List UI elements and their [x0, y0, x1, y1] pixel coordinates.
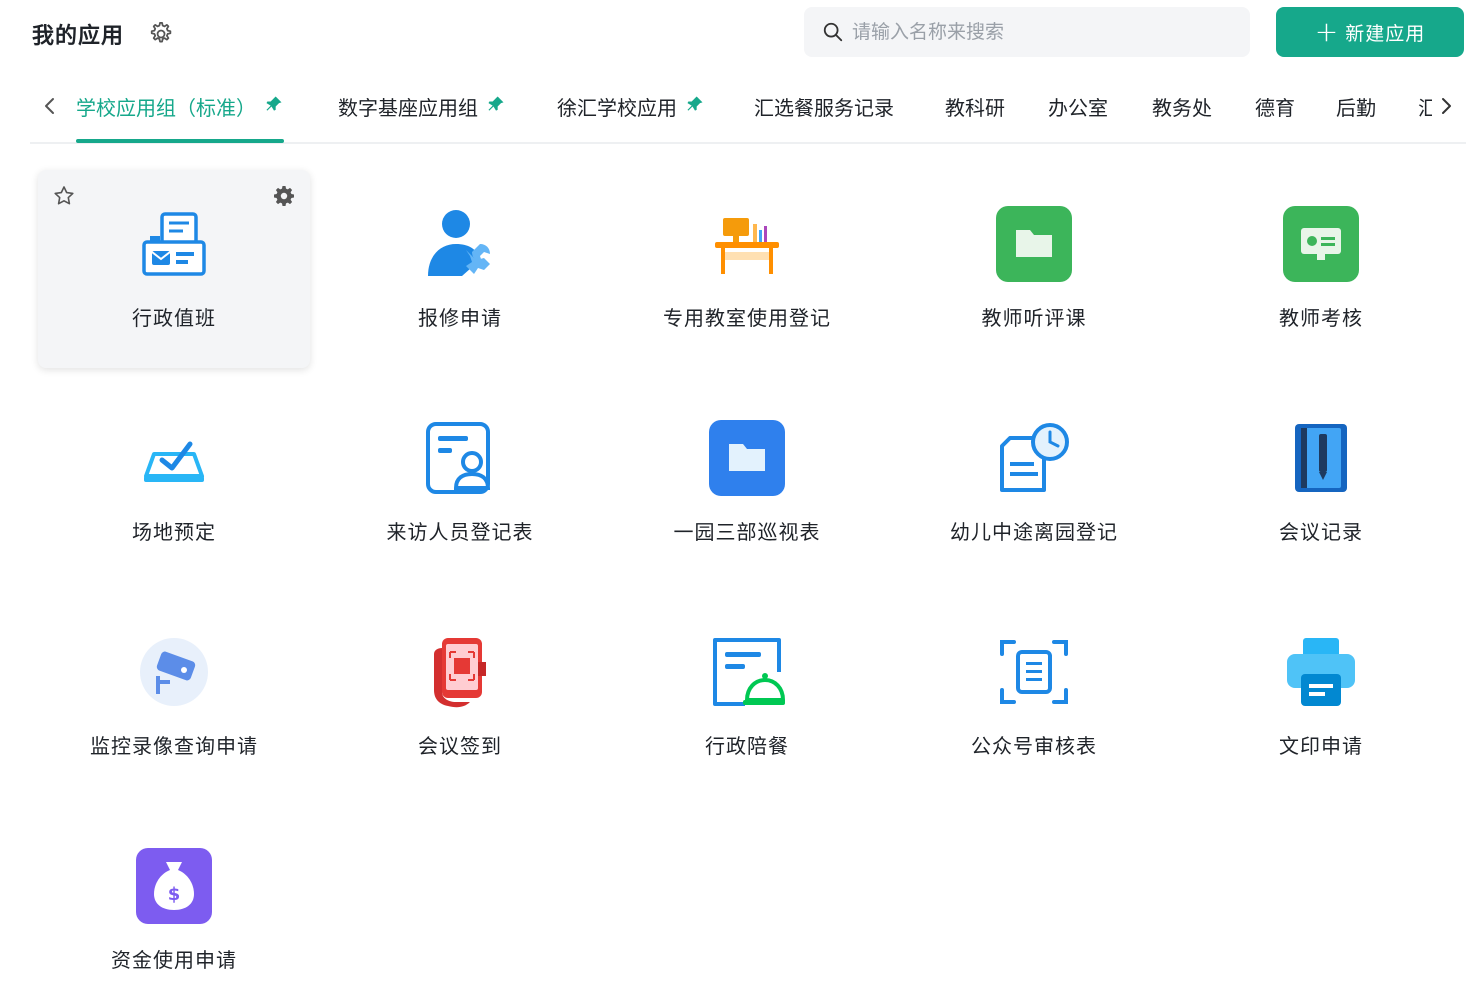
app-card-cctv-query[interactable]: 监控录像查询申请 — [38, 598, 310, 796]
repair-person-icon — [428, 210, 490, 276]
app-card-meeting-checkin[interactable]: 会议签到 — [324, 598, 596, 796]
app-label: 报修申请 — [418, 306, 502, 330]
plus-icon: + — [1314, 15, 1340, 48]
tab-label: 办公室 — [1048, 96, 1108, 120]
search-box[interactable] — [804, 7, 1250, 57]
chevron-right-icon[interactable] — [1434, 94, 1458, 118]
new-app-button[interactable]: + 新建应用 — [1276, 7, 1464, 57]
app-card-repair-request[interactable]: 报修申请 — [324, 170, 596, 368]
app-card-print-request[interactable]: 文印申请 — [1185, 598, 1457, 796]
scan-document-icon — [1000, 640, 1068, 704]
app-card-patrol-sheet[interactable]: 一园三部巡视表 — [611, 384, 883, 582]
notebook-icon — [1295, 424, 1347, 492]
money-bag-icon: $ — [136, 848, 212, 924]
blue-folder-icon — [709, 420, 785, 496]
svg-text:$: $ — [168, 884, 181, 905]
search-input[interactable] — [852, 21, 1232, 43]
tab-overflow[interactable]: 汇 — [1418, 92, 1432, 121]
app-label: 会议签到 — [418, 734, 502, 758]
tab-label: 教务处 — [1152, 96, 1212, 120]
visitor-form-icon — [426, 422, 491, 494]
tab-office[interactable]: 办公室 — [1048, 92, 1108, 142]
tab-logistics[interactable]: 后勤 — [1336, 92, 1376, 142]
app-card-teacher-lesson-review[interactable]: 教师听评课 — [898, 170, 1170, 368]
gear-icon[interactable] — [146, 20, 174, 48]
app-label: 教师考核 — [1279, 306, 1363, 330]
tab-bar: 学校应用组（标准） 数字基座应用组 徐汇学校应用 汇选餐服务记录 教科研 办公室… — [30, 72, 1466, 144]
green-folder-icon — [996, 206, 1072, 282]
app-label: 来访人员登记表 — [386, 520, 534, 544]
app-card-classroom-register[interactable]: 专用教室使用登记 — [611, 170, 883, 368]
app-label: 文印申请 — [1279, 734, 1363, 758]
tab-research[interactable]: 教科研 — [945, 92, 1005, 142]
new-app-label: 新建应用 — [1345, 22, 1426, 45]
duty-desk-icon — [142, 212, 206, 276]
tab-xuhui-school-apps[interactable]: 徐汇学校应用 — [557, 92, 705, 142]
app-card-visitor-register[interactable]: 来访人员登记表 — [324, 384, 596, 582]
app-card-fund-request[interactable]: $ 资金使用申请 — [38, 812, 310, 984]
settings-gear-icon[interactable] — [272, 184, 296, 208]
tab-moral-education[interactable]: 德育 — [1255, 92, 1295, 142]
app-card-venue-booking[interactable]: 场地预定 — [38, 384, 310, 582]
app-card-admin-duty[interactable]: 行政值班 — [38, 170, 310, 368]
phone-scan-icon — [434, 638, 486, 708]
app-label: 资金使用申请 — [111, 948, 237, 972]
printer-icon — [1287, 638, 1355, 706]
tab-label: 后勤 — [1336, 96, 1376, 120]
green-screen-icon — [1283, 206, 1359, 282]
pin-icon — [687, 96, 703, 111]
tab-school-apps-standard[interactable]: 学校应用组（标准） — [76, 92, 284, 143]
app-label: 公众号审核表 — [971, 734, 1097, 758]
app-card-teacher-assessment[interactable]: 教师考核 — [1185, 170, 1457, 368]
app-label: 行政值班 — [132, 306, 216, 330]
tab-academic-affairs[interactable]: 教务处 — [1152, 92, 1212, 142]
app-label: 行政陪餐 — [705, 734, 789, 758]
pin-icon — [266, 96, 282, 111]
search-icon — [823, 22, 843, 42]
document-clock-icon — [1000, 423, 1069, 492]
star-icon[interactable] — [52, 184, 76, 208]
camera-icon — [140, 638, 208, 706]
tab-digital-base-apps[interactable]: 数字基座应用组 — [338, 92, 506, 142]
app-label: 幼儿中途离园登记 — [950, 520, 1118, 544]
app-label: 监控录像查询申请 — [90, 734, 258, 758]
header: 我的应用 + 新建应用 — [0, 0, 1476, 66]
tab-label: 学校应用组（标准） — [76, 96, 256, 120]
app-label: 教师听评课 — [981, 306, 1087, 330]
venue-check-icon — [144, 441, 204, 482]
tab-label: 汇选餐服务记录 — [754, 96, 894, 120]
tab-label: 德育 — [1255, 96, 1295, 120]
app-card-admin-dining[interactable]: 行政陪餐 — [611, 598, 883, 796]
tab-label: 徐汇学校应用 — [557, 96, 677, 120]
app-label: 会议记录 — [1279, 520, 1363, 544]
app-label: 一园三部巡视表 — [673, 520, 821, 544]
classroom-desk-icon — [715, 218, 779, 274]
chevron-left-icon[interactable] — [38, 94, 62, 118]
app-card-meeting-minutes[interactable]: 会议记录 — [1185, 384, 1457, 582]
tab-label: 数字基座应用组 — [338, 96, 478, 120]
pin-icon — [488, 96, 504, 111]
app-card-wechat-review[interactable]: 公众号审核表 — [898, 598, 1170, 796]
meal-bell-icon — [713, 638, 785, 706]
page-title: 我的应用 — [32, 24, 125, 49]
tab-meal-service[interactable]: 汇选餐服务记录 — [754, 92, 894, 142]
app-label: 场地预定 — [132, 520, 216, 544]
app-label: 专用教室使用登记 — [663, 306, 831, 330]
app-card-early-leave-register[interactable]: 幼儿中途离园登记 — [898, 384, 1170, 582]
tab-label: 教科研 — [945, 96, 1005, 120]
